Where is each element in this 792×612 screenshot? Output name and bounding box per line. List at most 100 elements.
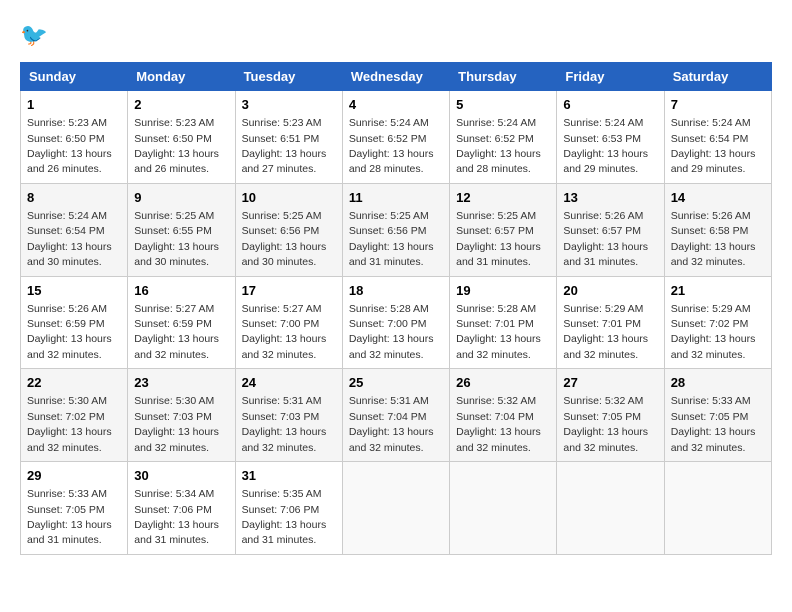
calendar-cell [342,462,449,555]
day-info: Sunrise: 5:33 AMSunset: 7:05 PMDaylight:… [671,395,756,453]
day-number: 16 [134,282,228,300]
day-number: 24 [242,374,336,392]
day-number: 28 [671,374,765,392]
calendar-week-row: 8 Sunrise: 5:24 AMSunset: 6:54 PMDayligh… [21,183,772,276]
day-info: Sunrise: 5:27 AMSunset: 6:59 PMDaylight:… [134,303,219,361]
day-number: 25 [349,374,443,392]
day-info: Sunrise: 5:29 AMSunset: 7:02 PMDaylight:… [671,303,756,361]
day-info: Sunrise: 5:24 AMSunset: 6:53 PMDaylight:… [563,117,648,175]
calendar-cell: 13 Sunrise: 5:26 AMSunset: 6:57 PMDaylig… [557,183,664,276]
day-number: 20 [563,282,657,300]
weekday-header-sunday: Sunday [21,63,128,91]
day-info: Sunrise: 5:24 AMSunset: 6:52 PMDaylight:… [349,117,434,175]
weekday-header-thursday: Thursday [450,63,557,91]
weekday-header-saturday: Saturday [664,63,771,91]
day-info: Sunrise: 5:23 AMSunset: 6:50 PMDaylight:… [134,117,219,175]
day-info: Sunrise: 5:30 AMSunset: 7:02 PMDaylight:… [27,395,112,453]
day-info: Sunrise: 5:26 AMSunset: 6:57 PMDaylight:… [563,210,648,268]
day-info: Sunrise: 5:32 AMSunset: 7:05 PMDaylight:… [563,395,648,453]
day-info: Sunrise: 5:27 AMSunset: 7:00 PMDaylight:… [242,303,327,361]
calendar-cell: 28 Sunrise: 5:33 AMSunset: 7:05 PMDaylig… [664,369,771,462]
day-number: 3 [242,96,336,114]
calendar-cell: 21 Sunrise: 5:29 AMSunset: 7:02 PMDaylig… [664,276,771,369]
calendar-cell: 19 Sunrise: 5:28 AMSunset: 7:01 PMDaylig… [450,276,557,369]
calendar-cell: 9 Sunrise: 5:25 AMSunset: 6:55 PMDayligh… [128,183,235,276]
calendar-cell: 7 Sunrise: 5:24 AMSunset: 6:54 PMDayligh… [664,91,771,184]
calendar-cell: 6 Sunrise: 5:24 AMSunset: 6:53 PMDayligh… [557,91,664,184]
day-info: Sunrise: 5:25 AMSunset: 6:57 PMDaylight:… [456,210,541,268]
calendar-cell [557,462,664,555]
weekday-header-row: SundayMondayTuesdayWednesdayThursdayFrid… [21,63,772,91]
day-info: Sunrise: 5:25 AMSunset: 6:55 PMDaylight:… [134,210,219,268]
calendar-table: SundayMondayTuesdayWednesdayThursdayFrid… [20,62,772,555]
day-number: 11 [349,189,443,207]
day-number: 29 [27,467,121,485]
day-number: 18 [349,282,443,300]
calendar-cell: 14 Sunrise: 5:26 AMSunset: 6:58 PMDaylig… [664,183,771,276]
day-number: 6 [563,96,657,114]
day-info: Sunrise: 5:31 AMSunset: 7:03 PMDaylight:… [242,395,327,453]
calendar-cell: 24 Sunrise: 5:31 AMSunset: 7:03 PMDaylig… [235,369,342,462]
day-info: Sunrise: 5:34 AMSunset: 7:06 PMDaylight:… [134,488,219,546]
calendar-week-row: 1 Sunrise: 5:23 AMSunset: 6:50 PMDayligh… [21,91,772,184]
page-header: 🐦 [20,20,772,52]
calendar-cell: 12 Sunrise: 5:25 AMSunset: 6:57 PMDaylig… [450,183,557,276]
calendar-cell: 20 Sunrise: 5:29 AMSunset: 7:01 PMDaylig… [557,276,664,369]
day-number: 21 [671,282,765,300]
weekday-header-friday: Friday [557,63,664,91]
calendar-cell: 29 Sunrise: 5:33 AMSunset: 7:05 PMDaylig… [21,462,128,555]
day-number: 12 [456,189,550,207]
calendar-cell: 1 Sunrise: 5:23 AMSunset: 6:50 PMDayligh… [21,91,128,184]
calendar-cell: 5 Sunrise: 5:24 AMSunset: 6:52 PMDayligh… [450,91,557,184]
weekday-header-tuesday: Tuesday [235,63,342,91]
day-number: 2 [134,96,228,114]
day-number: 22 [27,374,121,392]
day-number: 19 [456,282,550,300]
logo: 🐦 [20,20,56,52]
calendar-cell: 11 Sunrise: 5:25 AMSunset: 6:56 PMDaylig… [342,183,449,276]
calendar-cell: 8 Sunrise: 5:24 AMSunset: 6:54 PMDayligh… [21,183,128,276]
calendar-cell [450,462,557,555]
calendar-cell: 15 Sunrise: 5:26 AMSunset: 6:59 PMDaylig… [21,276,128,369]
day-number: 4 [349,96,443,114]
day-info: Sunrise: 5:26 AMSunset: 6:59 PMDaylight:… [27,303,112,361]
svg-text:🐦: 🐦 [20,22,48,47]
day-number: 8 [27,189,121,207]
calendar-cell: 16 Sunrise: 5:27 AMSunset: 6:59 PMDaylig… [128,276,235,369]
day-info: Sunrise: 5:29 AMSunset: 7:01 PMDaylight:… [563,303,648,361]
day-info: Sunrise: 5:35 AMSunset: 7:06 PMDaylight:… [242,488,327,546]
day-number: 5 [456,96,550,114]
day-info: Sunrise: 5:23 AMSunset: 6:51 PMDaylight:… [242,117,327,175]
day-number: 23 [134,374,228,392]
day-info: Sunrise: 5:24 AMSunset: 6:54 PMDaylight:… [27,210,112,268]
day-info: Sunrise: 5:26 AMSunset: 6:58 PMDaylight:… [671,210,756,268]
day-info: Sunrise: 5:28 AMSunset: 7:01 PMDaylight:… [456,303,541,361]
day-info: Sunrise: 5:30 AMSunset: 7:03 PMDaylight:… [134,395,219,453]
day-info: Sunrise: 5:31 AMSunset: 7:04 PMDaylight:… [349,395,434,453]
day-info: Sunrise: 5:32 AMSunset: 7:04 PMDaylight:… [456,395,541,453]
day-number: 17 [242,282,336,300]
day-number: 15 [27,282,121,300]
calendar-cell: 4 Sunrise: 5:24 AMSunset: 6:52 PMDayligh… [342,91,449,184]
calendar-cell: 27 Sunrise: 5:32 AMSunset: 7:05 PMDaylig… [557,369,664,462]
day-number: 7 [671,96,765,114]
day-info: Sunrise: 5:25 AMSunset: 6:56 PMDaylight:… [242,210,327,268]
day-number: 1 [27,96,121,114]
calendar-week-row: 29 Sunrise: 5:33 AMSunset: 7:05 PMDaylig… [21,462,772,555]
logo-icon: 🐦 [20,20,52,52]
calendar-cell: 17 Sunrise: 5:27 AMSunset: 7:00 PMDaylig… [235,276,342,369]
calendar-cell: 23 Sunrise: 5:30 AMSunset: 7:03 PMDaylig… [128,369,235,462]
calendar-cell: 3 Sunrise: 5:23 AMSunset: 6:51 PMDayligh… [235,91,342,184]
day-number: 14 [671,189,765,207]
day-number: 26 [456,374,550,392]
calendar-week-row: 15 Sunrise: 5:26 AMSunset: 6:59 PMDaylig… [21,276,772,369]
calendar-cell [664,462,771,555]
calendar-cell: 18 Sunrise: 5:28 AMSunset: 7:00 PMDaylig… [342,276,449,369]
calendar-cell: 10 Sunrise: 5:25 AMSunset: 6:56 PMDaylig… [235,183,342,276]
day-number: 9 [134,189,228,207]
day-number: 27 [563,374,657,392]
day-number: 30 [134,467,228,485]
calendar-cell: 25 Sunrise: 5:31 AMSunset: 7:04 PMDaylig… [342,369,449,462]
calendar-cell: 31 Sunrise: 5:35 AMSunset: 7:06 PMDaylig… [235,462,342,555]
calendar-cell: 26 Sunrise: 5:32 AMSunset: 7:04 PMDaylig… [450,369,557,462]
